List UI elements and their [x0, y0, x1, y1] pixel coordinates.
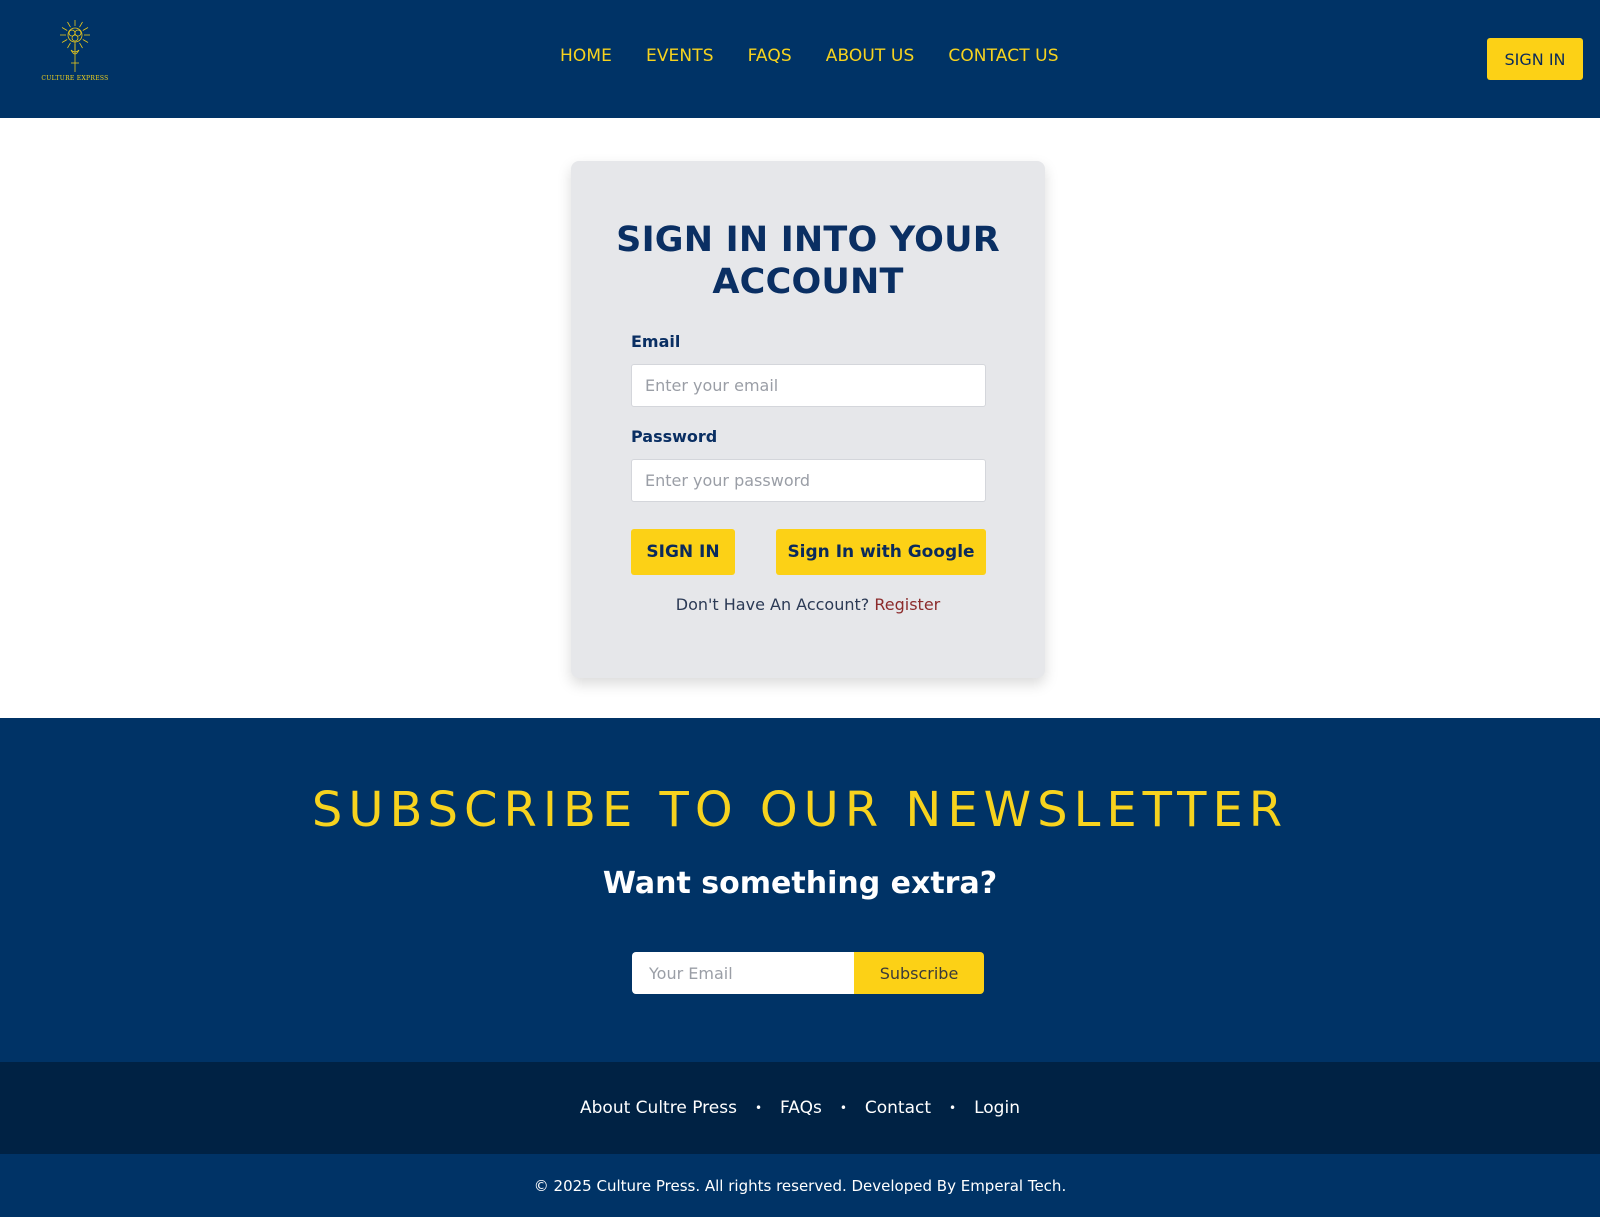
sun-cross-logo-icon — [60, 20, 90, 72]
main-nav: HOME EVENTS FAQS ABOUT US CONTACT US — [560, 46, 1059, 66]
header-sign-in-button[interactable]: SIGN IN — [1487, 38, 1583, 80]
sign-in-button[interactable]: SIGN IN — [631, 529, 735, 575]
newsletter-form: Subscribe — [632, 952, 984, 994]
site-header: CULTURE EXPRESS HOME EVENTS FAQS ABOUT U… — [0, 0, 1600, 118]
nav-home[interactable]: HOME — [560, 46, 612, 66]
register-link[interactable]: Register — [874, 595, 940, 614]
footer-link-login[interactable]: Login — [974, 1098, 1020, 1118]
site-logo[interactable]: CULTURE EXPRESS — [41, 18, 109, 86]
email-input[interactable] — [631, 364, 986, 407]
footer-separator: • — [949, 1101, 957, 1115]
footer-separator: • — [839, 1101, 847, 1115]
footer-separator: • — [754, 1101, 763, 1115]
copyright-text: © 2025 Culture Press. All rights reserve… — [0, 1154, 1600, 1217]
nav-about-us[interactable]: ABOUT US — [826, 46, 915, 66]
footer-link-faqs[interactable]: FAQs — [780, 1098, 822, 1118]
footer-link-about[interactable]: About Cultre Press — [580, 1098, 737, 1118]
login-title: SIGN IN INTO YOUR ACCOUNT — [616, 220, 1000, 302]
nav-events[interactable]: EVENTS — [646, 46, 714, 66]
newsletter-subtitle: Want something extra? — [602, 866, 998, 901]
logo-text: CULTURE EXPRESS — [41, 75, 109, 82]
password-input[interactable] — [631, 459, 986, 502]
email-label: Email — [631, 332, 681, 351]
newsletter-email-input[interactable] — [632, 952, 854, 994]
footer-links: About Cultre Press • FAQs • Contact • Lo… — [0, 1062, 1600, 1154]
no-account-text: Don't Have An Account? — [675, 595, 870, 614]
newsletter-section: SUBSCRIBE TO OUR NEWSLETTER Want somethi… — [0, 718, 1600, 1062]
register-prompt: Don't Have An Account? Register — [571, 595, 1045, 614]
google-sign-in-button[interactable]: Sign In with Google — [776, 529, 986, 575]
footer-link-contact[interactable]: Contact — [865, 1098, 931, 1118]
nav-faqs[interactable]: FAQS — [748, 46, 792, 66]
subscribe-button[interactable]: Subscribe — [854, 952, 984, 994]
nav-contact-us[interactable]: CONTACT US — [948, 46, 1058, 66]
login-card: SIGN IN INTO YOUR ACCOUNT Email Password… — [571, 161, 1045, 678]
password-label: Password — [631, 427, 718, 446]
newsletter-title: SUBSCRIBE TO OUR NEWSLETTER — [311, 782, 1289, 838]
